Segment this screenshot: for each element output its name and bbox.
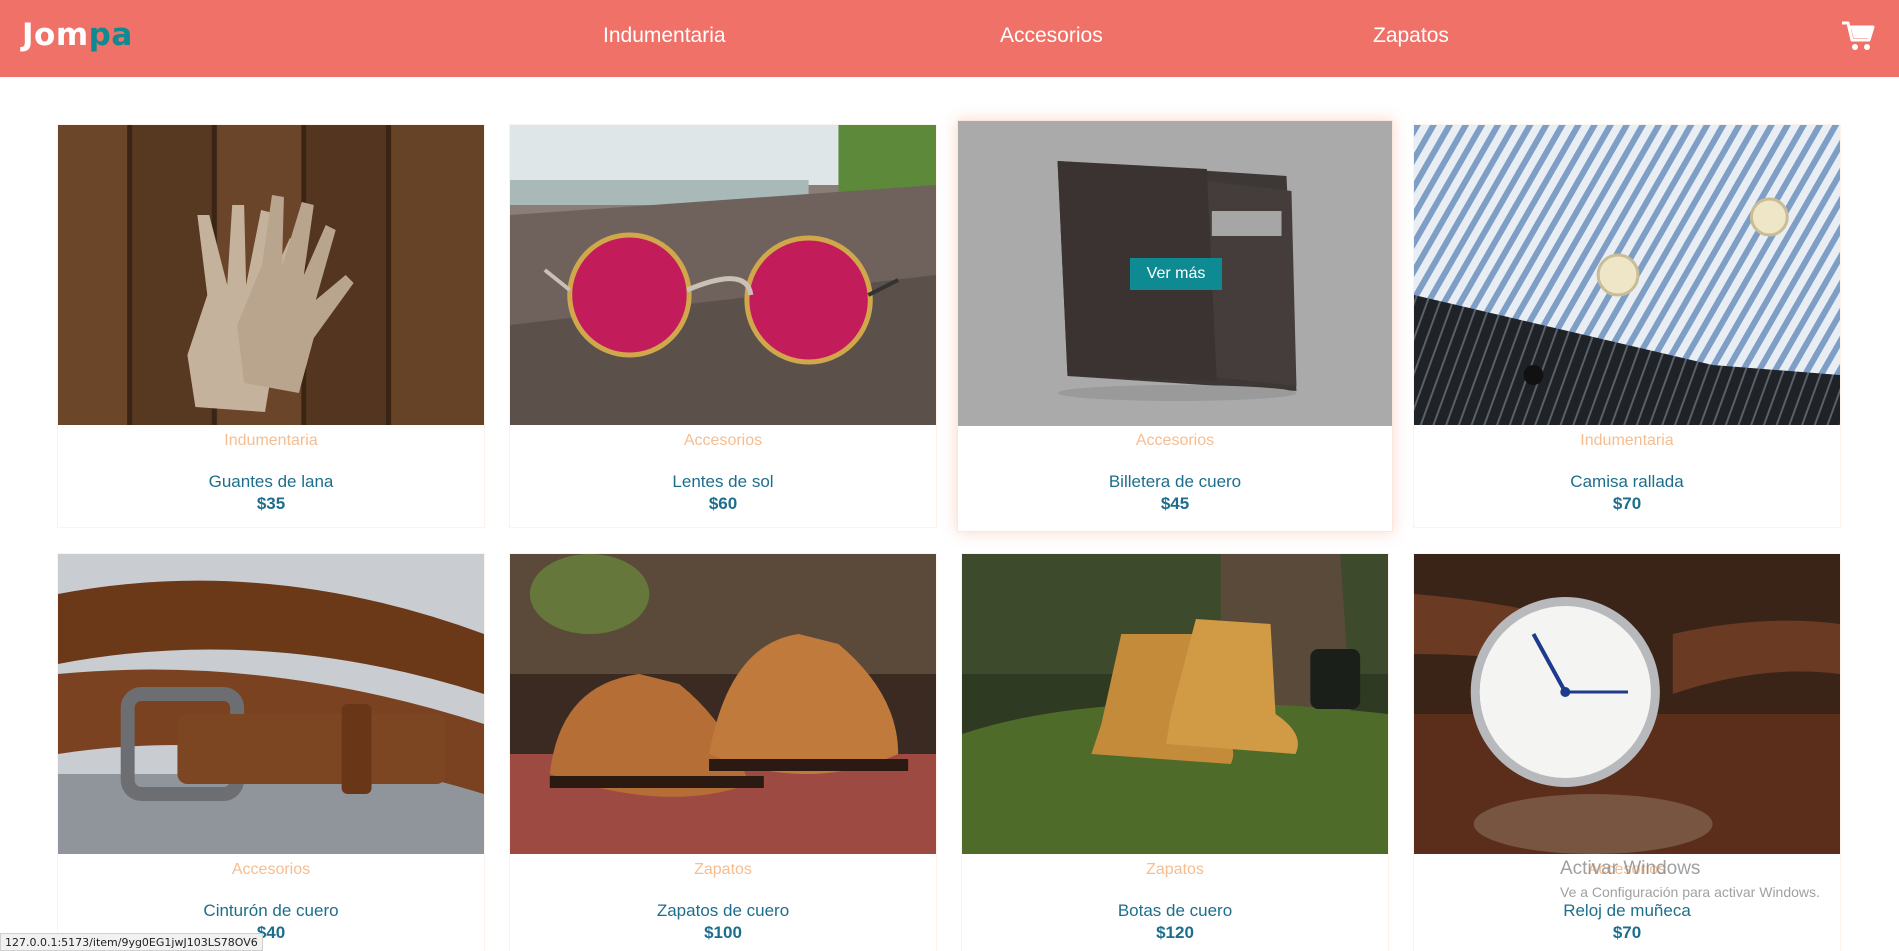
product-price: $60 [708,494,738,513]
logo-text-part1: Jom [22,17,89,53]
product-price: $70 [1612,494,1642,513]
product-category: Accesorios [683,432,763,449]
product-price: $100 [704,923,742,942]
product-name: Guantes de lana [208,472,334,491]
product-card-zapatos[interactable]: Zapatos Zapatos de cuero $100 [509,553,937,951]
product-price: $120 [1156,923,1194,942]
product-name: Botas de cuero [1117,901,1233,920]
nav-link-accesorios[interactable]: Accesorios [1000,24,1103,48]
product-image-botas [962,554,1388,854]
product-image-lentes [510,125,936,425]
product-name: Cinturón de cuero [203,901,339,920]
product-image-reloj [1414,554,1840,854]
product-card-camisa[interactable]: Indumentaria Camisa rallada $70 [1413,124,1841,528]
product-card-cinturon[interactable]: Accesorios Cinturón de cuero $40 [57,553,485,951]
product-card-lentes[interactable]: Accesorios Lentes de sol $60 [509,124,937,528]
product-price: $45 [1160,494,1190,513]
product-image-guantes [58,125,484,425]
ver-mas-button[interactable]: Ver más [1130,258,1222,290]
product-name: Camisa rallada [1570,472,1684,491]
product-card-botas[interactable]: Zapatos Botas de cuero $120 [961,553,1389,951]
product-category: Accesorios [1135,432,1215,449]
product-category: Accesorios [231,861,311,878]
cart-icon[interactable] [1841,20,1875,52]
product-image-zapatos [510,554,936,854]
top-navbar: Jompa Indumentaria Accesorios Zapatos [0,0,1899,77]
nav-link-zapatos[interactable]: Zapatos [1373,24,1449,48]
product-card-billetera[interactable]: Ver más Accesorios Billetera de cuero $4… [957,120,1393,532]
windows-activation-watermark: Activar Windows Ve a Configuración para … [1560,858,1820,900]
product-category: Zapatos [694,861,752,878]
browser-status-url: 127.0.0.1:5173/item/9yg0EG1jwJ103LS78OV6 [0,933,263,951]
product-name: Lentes de sol [672,472,774,491]
watermark-subtitle: Ve a Configuración para activar Windows. [1560,884,1820,900]
product-name: Zapatos de cuero [656,901,790,920]
product-name: Billetera de cuero [1108,472,1242,491]
product-category: Indumentaria [1580,432,1674,449]
product-image-camisa [1414,125,1840,425]
product-category: Zapatos [1146,861,1204,878]
product-price: $35 [256,494,286,513]
logo-text-part2: pa [88,17,133,53]
product-price: $70 [1612,923,1642,942]
product-name: Reloj de muñeca [1563,901,1691,920]
watermark-title: Activar Windows [1560,858,1701,879]
product-image-cinturon [58,554,484,854]
product-category: Indumentaria [224,432,318,449]
nav-link-indumentaria[interactable]: Indumentaria [603,24,726,48]
brand-logo[interactable]: Jompa [22,17,133,53]
product-card-guantes[interactable]: Indumentaria Guantes de lana $35 [57,124,485,528]
